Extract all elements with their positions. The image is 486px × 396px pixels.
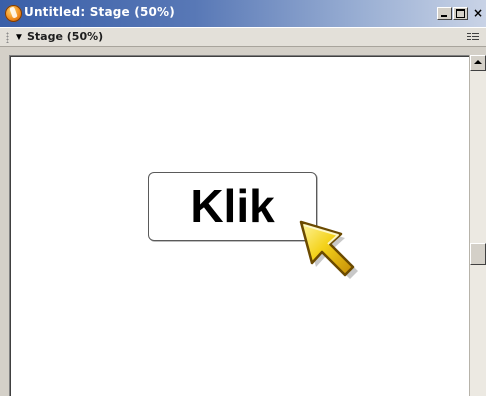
panel-title: Stage (50%) bbox=[27, 30, 104, 43]
window-title: Untitled: Stage (50%) bbox=[24, 5, 175, 19]
stage-window: Untitled: Stage (50%) × ▼ Stage (50%) Kl… bbox=[0, 0, 486, 396]
klik-button[interactable]: Klik bbox=[148, 172, 317, 241]
maximize-button[interactable] bbox=[453, 7, 468, 20]
panel-options-icon[interactable] bbox=[467, 33, 479, 42]
panel-header[interactable]: ▼ Stage (50%) bbox=[0, 27, 486, 47]
collapse-arrow-icon[interactable]: ▼ bbox=[14, 32, 24, 43]
scroll-up-button[interactable] bbox=[470, 55, 486, 71]
title-bar[interactable]: Untitled: Stage (50%) × bbox=[0, 0, 486, 27]
klik-button-label: Klik bbox=[190, 180, 275, 232]
scroll-thumb[interactable] bbox=[470, 243, 486, 265]
pointer-arrow-icon bbox=[299, 220, 358, 279]
minimize-button[interactable] bbox=[437, 7, 452, 20]
grip-icon[interactable] bbox=[6, 32, 9, 43]
vertical-scrollbar[interactable] bbox=[469, 55, 486, 396]
close-button[interactable]: × bbox=[470, 4, 486, 22]
app-icon[interactable] bbox=[5, 5, 22, 22]
